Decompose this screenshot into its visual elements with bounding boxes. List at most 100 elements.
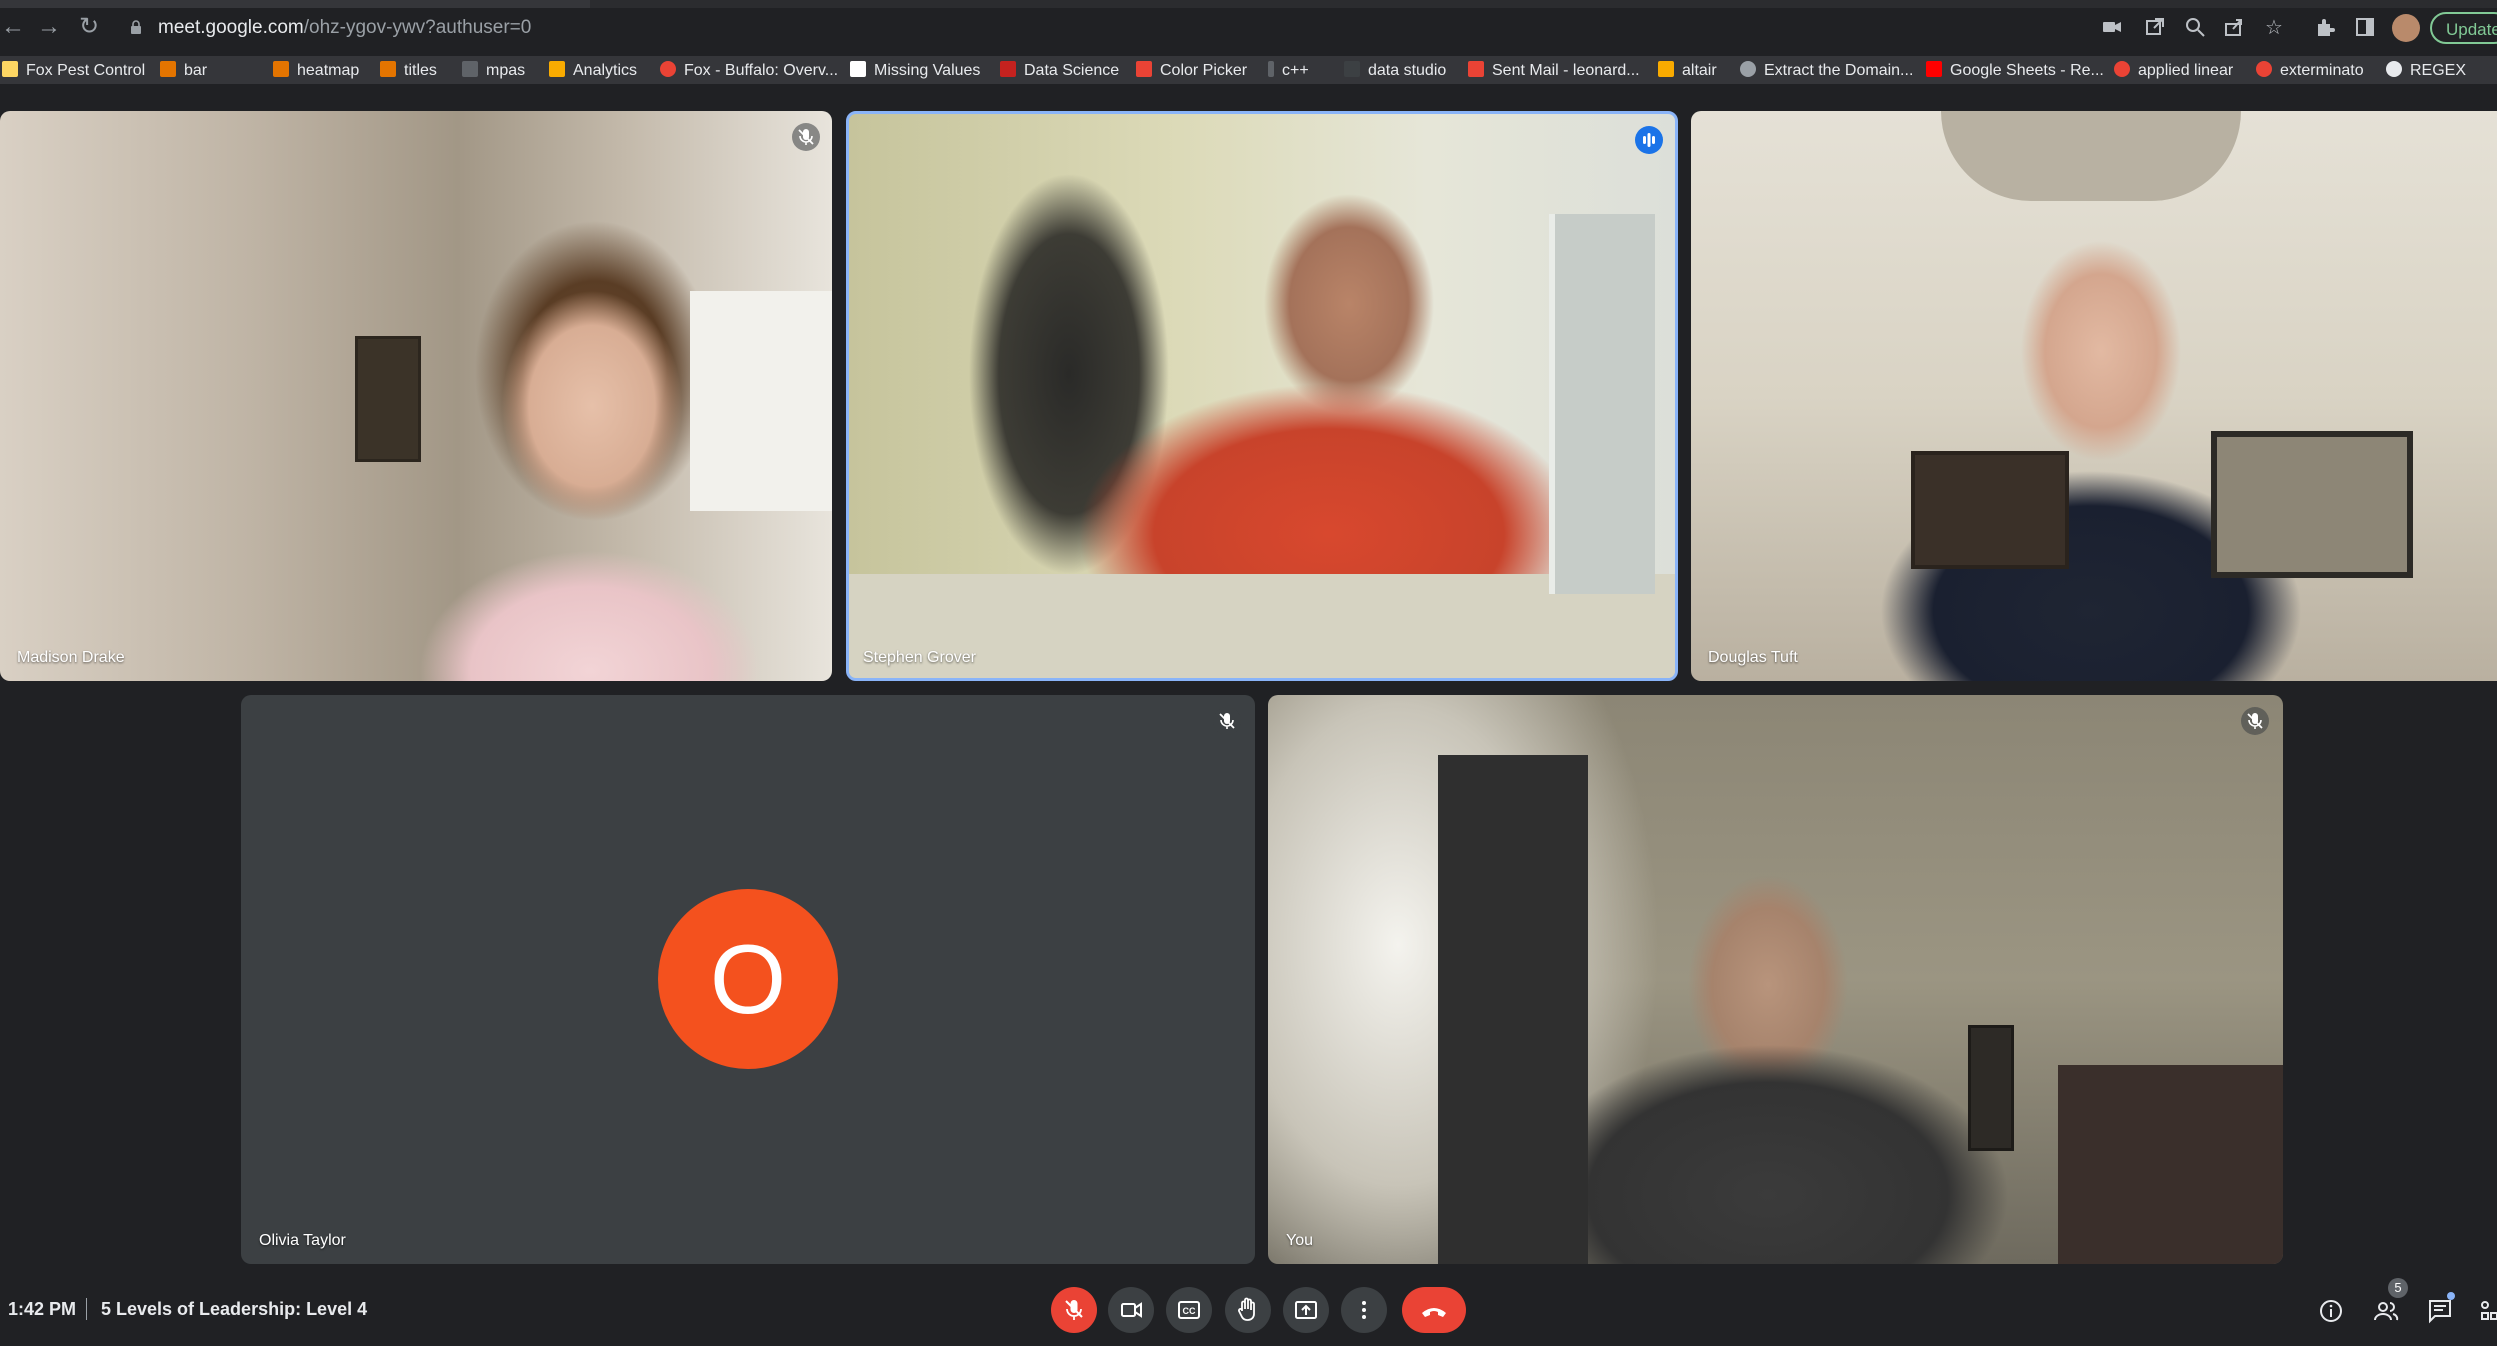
bookmark-item[interactable]: data studio <box>1344 60 1446 82</box>
participant-name: Madison Drake <box>17 649 125 666</box>
bookmark-item[interactable]: applied linear <box>2114 60 2233 82</box>
bookmark-item[interactable]: altair <box>1658 60 1717 82</box>
gear-red-icon <box>2114 61 2130 77</box>
bookmark-item[interactable]: bar <box>160 60 207 82</box>
url-path: /ohz-ygov-ywv?authuser=0 <box>303 17 532 38</box>
raise-hand-icon <box>1238 1297 1255 1321</box>
wall-map-frame <box>2211 431 2413 578</box>
lock-icon <box>131 20 141 34</box>
map-icon <box>462 61 478 77</box>
more-options-icon <box>1362 1301 1366 1319</box>
mic-off-icon <box>1213 707 1241 735</box>
chart-icon <box>380 61 396 77</box>
open-in-new-icon[interactable] <box>2143 16 2167 40</box>
fox-icon <box>2256 61 2272 77</box>
window-light <box>690 291 832 511</box>
chart-icon <box>160 61 176 77</box>
url-host: meet.google.com <box>158 17 304 38</box>
gmail-icon <box>1468 61 1484 77</box>
chat-icon[interactable] <box>2426 1297 2454 1325</box>
participant-avatar: O <box>658 889 838 1069</box>
bookmark-item[interactable]: REGEX <box>2386 60 2466 82</box>
bookmark-item[interactable]: Extract the Domain... <box>1740 60 1913 82</box>
youtube-icon <box>1926 61 1942 77</box>
regex-icon <box>2386 61 2402 77</box>
color-picker-icon <box>1136 61 1152 77</box>
svg-text:CC: CC <box>1183 1306 1196 1316</box>
chart-icon <box>273 61 289 77</box>
camera-in-use-icon[interactable] <box>2100 16 2124 40</box>
people-count-badge: 5 <box>2388 1278 2408 1298</box>
participant-tile[interactable]: O Olivia Taylor <box>241 695 1255 1264</box>
leave-call-button[interactable] <box>1402 1287 1466 1333</box>
analytics-icon <box>549 61 565 77</box>
bar-icon <box>1268 61 1274 77</box>
altair-icon <box>1658 61 1674 77</box>
fox-icon <box>660 61 676 77</box>
side-panel-icon[interactable] <box>2353 16 2377 40</box>
participant-name: Olivia Taylor <box>259 1232 346 1249</box>
bookmark-item[interactable]: Fox Pest Control <box>2 60 145 82</box>
meeting-details-icon[interactable] <box>2317 1297 2345 1325</box>
wall-picture <box>355 336 421 462</box>
studio-icon <box>1344 61 1360 77</box>
raise-hand-button[interactable] <box>1225 1287 1271 1333</box>
bookmark-item[interactable]: mpas <box>462 60 525 82</box>
bookmarks-bar: Fox Pest Control bar heatmap titles mpas… <box>0 56 2497 84</box>
divider <box>86 1298 87 1320</box>
bookmark-item[interactable]: heatmap <box>273 60 359 82</box>
mic-off-icon <box>1065 1300 1083 1320</box>
update-button[interactable]: Update <box>2430 12 2497 44</box>
profile-avatar[interactable] <box>2392 14 2420 42</box>
present-icon <box>1295 1301 1317 1319</box>
extensions-icon[interactable] <box>2313 16 2337 40</box>
bookmark-item[interactable]: Color Picker <box>1136 60 1247 82</box>
star-icon[interactable]: ☆ <box>2262 16 2286 40</box>
meeting-title: 5 Levels of Leadership: Level 4 <box>101 1299 368 1319</box>
dark-door <box>1438 755 1588 1264</box>
bookmark-item[interactable]: Sent Mail - leonard... <box>1468 60 1640 82</box>
bookmark-item[interactable]: exterminato <box>2256 60 2364 82</box>
dark-furniture <box>2058 1065 2283 1264</box>
meeting-time: 1:42 PM <box>8 1299 77 1319</box>
url-text[interactable]: meet.google.com/ohz-ygov-ywv?authuser=0 <box>158 17 531 39</box>
participant-name: Stephen Grover <box>863 649 976 666</box>
end-call-icon <box>1422 1308 1446 1317</box>
bookmark-item[interactable]: Google Sheets - Re... <box>1926 60 2104 82</box>
doorway <box>1549 214 1655 594</box>
participant-tile-active[interactable]: Stephen Grover <box>846 111 1678 681</box>
alpha-icon <box>850 61 866 77</box>
activities-icon[interactable] <box>2479 1297 2497 1325</box>
chat-notification-dot <box>2447 1292 2455 1300</box>
mic-off-icon <box>2241 707 2269 735</box>
bookmark-item[interactable]: titles <box>380 60 437 82</box>
forward-icon[interactable]: → <box>36 14 62 40</box>
bookmark-item[interactable]: Fox - Buffalo: Overv... <box>660 60 838 82</box>
people-icon[interactable] <box>2372 1297 2400 1325</box>
mic-off-icon <box>792 123 820 151</box>
participant-name: You <box>1286 1232 1313 1249</box>
self-view-tile[interactable]: You <box>1268 695 2283 1264</box>
present-now-button[interactable] <box>1283 1287 1329 1333</box>
more-options-button[interactable] <box>1341 1287 1387 1333</box>
captions-icon: CC <box>1178 1301 1200 1319</box>
toggle-mic-button[interactable] <box>1051 1287 1097 1333</box>
participant-tile[interactable]: Madison Drake <box>0 111 832 681</box>
back-icon[interactable]: ← <box>0 14 26 40</box>
toggle-camera-button[interactable] <box>1108 1287 1154 1333</box>
bookmark-item[interactable]: Analytics <box>549 60 637 82</box>
ceiling-fan <box>1941 111 2241 201</box>
bookmark-item[interactable]: c++ <box>1268 60 1309 82</box>
reload-icon[interactable]: ↻ <box>76 14 102 40</box>
participant-name: Douglas Tuft <box>1708 649 1798 666</box>
participant-tile[interactable]: Douglas Tuft <box>1691 111 2497 681</box>
captions-button[interactable]: CC <box>1166 1287 1212 1333</box>
folder-icon <box>2 61 18 77</box>
camera-icon <box>1121 1302 1142 1318</box>
share-icon[interactable] <box>2222 16 2246 40</box>
bookmark-item[interactable]: Data Science <box>1000 60 1119 82</box>
bookmark-item[interactable]: Missing Values <box>850 60 980 82</box>
book-icon <box>1000 61 1016 77</box>
wall-picture <box>1911 451 2069 569</box>
zoom-icon[interactable] <box>2183 16 2207 40</box>
